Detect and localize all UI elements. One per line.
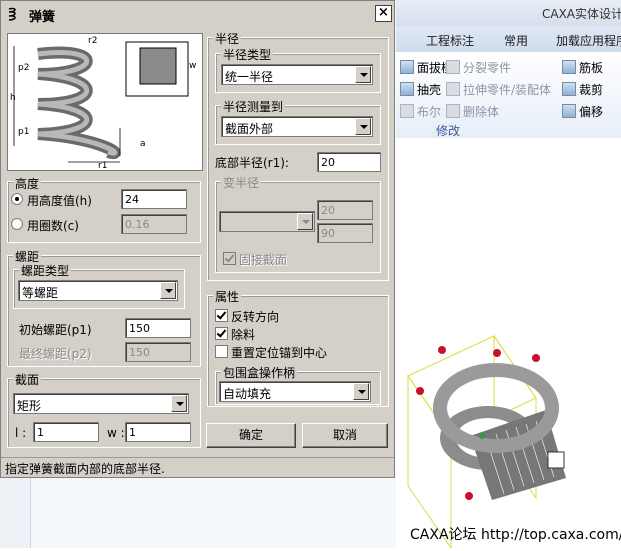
spring-diagram: r2 p2 w h p1 a r1 (10, 36, 196, 171)
3d-viewport[interactable] (396, 138, 621, 550)
pitch-type-select[interactable]: 等螺距 (18, 280, 178, 301)
height-group-label: 高度 (13, 175, 42, 192)
radius-group-label: 半径 (213, 30, 242, 47)
spring-dialog: 弹簧 × r2 p2 w h p1 a r1 高度 用高度值(h) 24 用圈数… (0, 0, 395, 478)
chevron-down-icon (355, 66, 371, 83)
turns-input[interactable]: 0.16 (121, 214, 187, 234)
offset-button[interactable]: 偏移 (562, 102, 603, 120)
tab-engineering-annotation[interactable]: 工程标注 (426, 32, 474, 49)
delete-body-button[interactable]: 删除体 (446, 102, 499, 120)
radius-type-select[interactable]: 统一半径 (221, 64, 373, 85)
tab-load-apps[interactable]: 加载应用程序 (556, 32, 621, 49)
remove-material-checkbox[interactable] (215, 327, 228, 340)
dialog-title: 弹簧 (29, 10, 56, 25)
delete-body-icon (446, 104, 460, 118)
fixed-section-label: 固接截面 (239, 253, 288, 267)
section-group-label: 截面 (13, 371, 42, 388)
turns-label: 用圈数(c) (27, 219, 79, 233)
label-p2: p2 (18, 63, 29, 73)
section-l-input[interactable]: 1 (33, 422, 99, 442)
start-pitch-input[interactable]: 150 (125, 318, 191, 338)
bottom-radius-label: 底部半径(r1): (215, 156, 289, 170)
reposition-anchor-label: 重置定位锚到中心 (231, 346, 328, 360)
section-w-input[interactable]: 1 (125, 422, 191, 442)
label-h: h (10, 93, 16, 103)
bbox-handle-label: 包围盒操作柄 (221, 364, 298, 381)
reverse-direction-checkbox[interactable] (215, 309, 228, 322)
stretch-part-button[interactable]: 拉伸零件/装配体 (446, 80, 551, 98)
variable-radius-input-2[interactable]: 90 (317, 223, 373, 243)
end-pitch-input[interactable]: 150 (125, 342, 191, 362)
reverse-direction-label: 反转方向 (231, 310, 280, 324)
close-button[interactable]: × (375, 5, 392, 22)
label-w: w (189, 61, 196, 71)
split-part-icon (446, 60, 460, 74)
end-pitch-label: 最终螺距(p2) (19, 347, 92, 361)
app-title: CAXA实体设计 (542, 7, 621, 21)
bbox-handle-select[interactable]: 自动填充 (219, 381, 371, 402)
status-bar: 指定弹簧截面内部的底部半径. (1, 457, 394, 478)
label-p1: p1 (18, 127, 29, 137)
trim-icon (562, 82, 576, 96)
chevron-down-icon (171, 395, 187, 412)
turns-radio[interactable] (11, 218, 23, 230)
app-title-bar: CAXA实体设计 (396, 0, 621, 27)
shell-button[interactable]: 抽壳 (400, 80, 441, 98)
label-r2: r2 (88, 36, 97, 46)
variable-radius-input-1[interactable]: 20 (317, 200, 373, 220)
chevron-down-icon (297, 213, 313, 230)
height-value-input[interactable]: 24 (121, 189, 187, 209)
left-toolbar-strip (0, 470, 31, 548)
status-text: 指定弹簧截面内部的底部半径. (5, 462, 165, 476)
section-l-label: l : (15, 426, 27, 440)
section-w-label: w : (107, 426, 125, 440)
spring-icon (8, 7, 16, 21)
ribbon-panel: 面拔模 抽壳 布尔 分裂零件 拉伸零件/装配体 删除体 筋板 裁剪 偏移 修改 (396, 52, 621, 139)
label-a: a (140, 139, 146, 149)
trim-button[interactable]: 裁剪 (562, 80, 603, 98)
section-shape-select[interactable]: 矩形 (13, 393, 189, 414)
variable-radius-label: 变半径 (221, 174, 262, 191)
boolean-button[interactable]: 布尔 (400, 102, 441, 120)
ribbon-tabs: 工程标注 常用 加载应用程序 (396, 26, 621, 53)
remove-material-label: 除料 (231, 328, 256, 342)
radius-type-label: 半径类型 (221, 46, 274, 63)
label-r1: r1 (98, 161, 107, 170)
tab-common[interactable]: 常用 (504, 32, 528, 49)
height-value-radio[interactable] (11, 193, 23, 205)
ok-button[interactable]: 确定 (206, 423, 296, 448)
stretch-part-icon (446, 82, 460, 96)
shell-icon (400, 82, 414, 96)
properties-group-label: 属性 (213, 288, 242, 305)
dialog-title-bar[interactable]: 弹簧 × (1, 1, 394, 27)
rib-icon (562, 60, 576, 74)
radius-measure-select[interactable]: 截面外部 (221, 116, 373, 137)
spring-model-view (407, 334, 566, 550)
boolean-icon (400, 104, 414, 118)
modify-group-label: 修改 (436, 124, 461, 138)
variable-radius-select[interactable] (219, 211, 315, 232)
start-pitch-label: 初始螺距(p1) (19, 323, 92, 337)
radius-measure-label: 半径测量到 (221, 98, 286, 115)
chevron-down-icon (355, 118, 371, 135)
spring-preview-image: r2 p2 w h p1 a r1 (7, 33, 203, 171)
face-draft-icon (400, 60, 414, 74)
bottom-radius-input[interactable]: 20 (317, 152, 381, 172)
height-value-label: 用高度值(h) (27, 194, 92, 208)
watermark-text: CAXA论坛 http://top.caxa.com/ (410, 527, 621, 543)
chevron-down-icon (160, 282, 176, 299)
cancel-button[interactable]: 取消 (302, 423, 388, 448)
reposition-anchor-checkbox[interactable] (215, 345, 228, 358)
fixed-section-checkbox[interactable] (223, 252, 236, 265)
split-part-button[interactable]: 分裂零件 (446, 58, 511, 76)
offset-icon (562, 104, 576, 118)
chevron-down-icon (353, 383, 369, 400)
rib-button[interactable]: 筋板 (562, 58, 603, 76)
pitch-type-label: 螺距类型 (19, 262, 72, 279)
